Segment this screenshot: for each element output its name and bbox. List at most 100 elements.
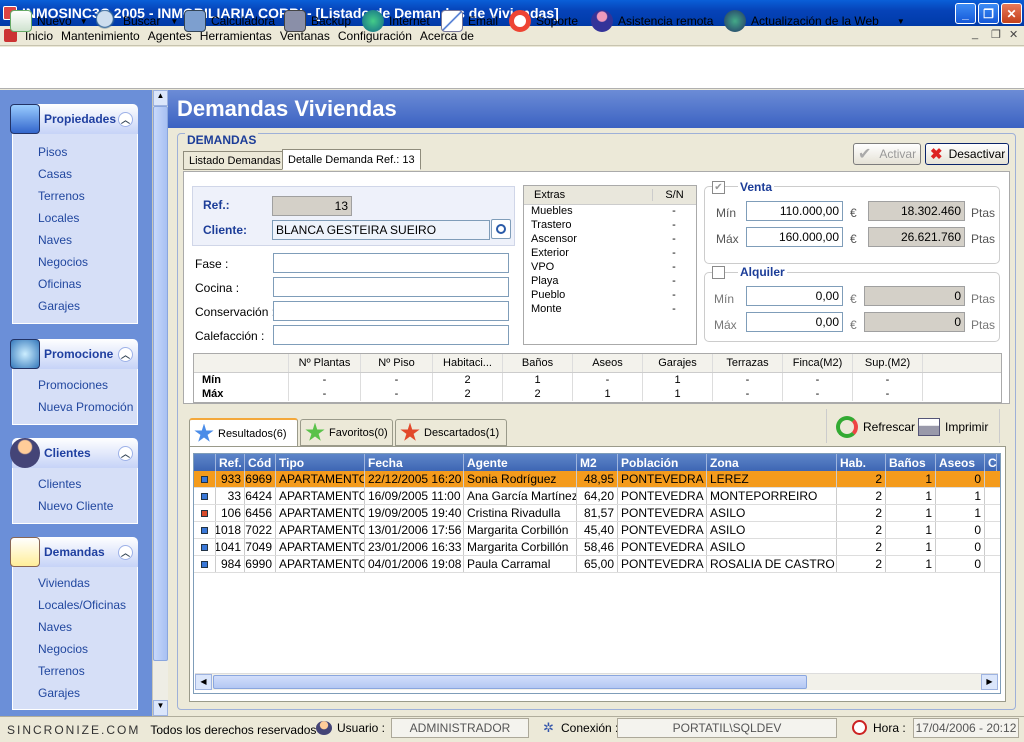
- sidebar-item-viviendas[interactable]: Viviendas: [13, 572, 137, 594]
- table-row[interactable]: 933 6969 APARTAMENTO 22/12/2005 16:20 Sonia …: [194, 471, 1000, 488]
- sidebar-item-negocios[interactable]: Negocios: [13, 638, 137, 660]
- chevron-down-icon[interactable]: ▼: [170, 17, 178, 26]
- calculadora-button[interactable]: Calculadora: [184, 8, 275, 34]
- venta-checkbox[interactable]: ✔: [712, 181, 725, 194]
- mdi-close-button[interactable]: ✕: [1009, 28, 1018, 41]
- sidebar-item-locales[interactable]: Locales: [13, 207, 137, 229]
- scroll-down-arrow[interactable]: ▼: [153, 700, 168, 716]
- chevron-down-icon[interactable]: ▼: [80, 17, 88, 26]
- table-row[interactable]: 1041 7049 APARTAMENTO 23/01/2006 16:33 Marga…: [194, 539, 1000, 556]
- buscar-button[interactable]: Buscar ▼: [96, 8, 178, 34]
- scroll-up-arrow[interactable]: ▲: [153, 90, 168, 106]
- imprimir-button[interactable]: Imprimir: [918, 414, 988, 440]
- sidebar-scrollbar[interactable]: ▲ ▼: [152, 90, 168, 716]
- group-promociones-header[interactable]: Promocione ︿: [10, 339, 138, 369]
- asistencia-button[interactable]: Asistencia remota: [591, 8, 713, 34]
- table-row[interactable]: 33 6424 APARTAMENTO 16/09/2005 11:00 Ana Gar…: [194, 488, 1000, 505]
- scroll-thumb[interactable]: [153, 106, 168, 661]
- refrescar-button[interactable]: Refrescar: [836, 414, 915, 440]
- alquiler-min-field[interactable]: 0,00: [746, 286, 843, 306]
- close-button[interactable]: ✕: [1001, 3, 1022, 24]
- internet-button[interactable]: Internet: [362, 8, 430, 34]
- sidebar-item-terrenos[interactable]: Terrenos: [13, 185, 137, 207]
- sidebar-item-casas[interactable]: Casas: [13, 163, 137, 185]
- sidebar-item-terrenos[interactable]: Terrenos: [13, 660, 137, 682]
- backup-button[interactable]: Backup: [284, 8, 351, 34]
- table-row[interactable]: 1018 7022 APARTAMENTO 13/01/2006 17:56 Marga…: [194, 522, 1000, 539]
- results-header-cell[interactable]: Zona: [707, 454, 837, 471]
- desactivar-button[interactable]: ✖ Desactivar: [925, 143, 1009, 165]
- sidebar-item-locales-oficinas[interactable]: Locales/Oficinas: [13, 594, 137, 616]
- extras-value[interactable]: -: [652, 233, 696, 247]
- search-client-button[interactable]: [491, 219, 511, 239]
- fase-field[interactable]: [273, 253, 509, 273]
- mdi-restore-button[interactable]: ❐: [991, 28, 1001, 41]
- sidebar-item-garajes[interactable]: Garajes: [13, 682, 137, 704]
- sidebar-item-naves[interactable]: Naves: [13, 616, 137, 638]
- table-row[interactable]: 106 6456 APARTAMENTO 19/09/2005 19:40 Cristi…: [194, 505, 1000, 522]
- activar-button[interactable]: ✔ Activar: [853, 143, 921, 165]
- results-header-cell[interactable]: Población: [618, 454, 707, 471]
- hscroll-thumb[interactable]: [213, 675, 807, 689]
- sidebar-item-naves[interactable]: Naves: [13, 229, 137, 251]
- results-header-cell[interactable]: [194, 454, 216, 471]
- soporte-button[interactable]: Soporte: [509, 8, 578, 34]
- sidebar-item-pisos[interactable]: Pisos: [13, 141, 137, 163]
- results-header-cell[interactable]: Baños: [886, 454, 936, 471]
- venta-min-field[interactable]: 110.000,00: [746, 201, 843, 221]
- collapse-icon[interactable]: ︿: [118, 347, 133, 362]
- extras-value[interactable]: -: [652, 219, 696, 233]
- results-header-cell[interactable]: Agente: [464, 454, 577, 471]
- tab-favoritos[interactable]: Favoritos(0): [300, 419, 393, 446]
- tab-descartados[interactable]: Descartados(1): [395, 419, 507, 446]
- extras-value[interactable]: -: [652, 289, 696, 303]
- scroll-left-arrow[interactable]: ◀: [195, 674, 212, 690]
- alquiler-max-field[interactable]: 0,00: [746, 312, 843, 332]
- results-header-cell[interactable]: Aseos: [936, 454, 985, 471]
- results-header-cell[interactable]: Hab.: [837, 454, 886, 471]
- actualizacion-button[interactable]: Actualización de la Web ▼: [724, 8, 905, 34]
- cocina-field[interactable]: [273, 277, 509, 297]
- extras-value[interactable]: -: [652, 303, 696, 317]
- group-clientes-header[interactable]: Clientes ︿: [10, 438, 138, 468]
- sidebar-item-negocios[interactable]: Negocios: [13, 251, 137, 273]
- minimize-button[interactable]: _: [955, 3, 976, 24]
- sidebar-item-nueva-promocion[interactable]: Nueva Promoción: [13, 396, 137, 418]
- maximize-button[interactable]: ❐: [978, 3, 999, 24]
- results-header-cell[interactable]: C: [985, 454, 997, 471]
- sidebar-item-garajes[interactable]: Garajes: [13, 295, 137, 317]
- extras-value[interactable]: -: [652, 275, 696, 289]
- results-header-cell[interactable]: M2: [577, 454, 618, 471]
- collapse-icon[interactable]: ︿: [118, 446, 133, 461]
- group-demandas-header[interactable]: Demandas ︿: [10, 537, 138, 567]
- venta-max-field[interactable]: 160.000,00: [746, 227, 843, 247]
- tab-detalle-demanda[interactable]: Detalle Demanda Ref.: 13: [282, 149, 421, 170]
- calefaccion-field[interactable]: [273, 325, 509, 345]
- results-header-cell[interactable]: Tipo: [276, 454, 365, 471]
- chevron-down-icon[interactable]: ▼: [897, 17, 905, 26]
- results-header-cell[interactable]: Cód: [245, 454, 276, 471]
- cliente-field[interactable]: BLANCA GESTEIRA SUEIRO: [272, 220, 490, 240]
- collapse-icon[interactable]: ︿: [118, 112, 133, 127]
- scroll-right-arrow[interactable]: ▶: [981, 674, 998, 690]
- tab-resultados[interactable]: Resultados(6): [189, 418, 298, 447]
- table-row[interactable]: 984 6990 APARTAMENTO 04/01/2006 19:08 Paula …: [194, 556, 1000, 573]
- nuevo-button[interactable]: Nuevo ▼: [10, 8, 88, 34]
- sidebar-item-clientes[interactable]: Clientes: [13, 473, 137, 495]
- tab-listado-demandas[interactable]: Listado Demandas: [183, 151, 287, 170]
- results-header-cell[interactable]: Fecha: [365, 454, 464, 471]
- extras-value[interactable]: -: [652, 205, 696, 219]
- results-header-cell[interactable]: Ref.: [216, 454, 245, 471]
- group-propiedades-header[interactable]: Propiedades ︿: [10, 104, 138, 134]
- results-hscrollbar[interactable]: ◀ ▶: [195, 673, 998, 690]
- sidebar-item-nuevo-cliente[interactable]: Nuevo Cliente: [13, 495, 137, 517]
- conservacion-field[interactable]: [273, 301, 509, 321]
- email-button[interactable]: Email: [441, 8, 498, 34]
- sidebar-item-promociones[interactable]: Promociones: [13, 374, 137, 396]
- collapse-icon[interactable]: ︿: [118, 545, 133, 560]
- mdi-minimize-button[interactable]: _: [972, 28, 978, 40]
- sidebar-item-oficinas[interactable]: Oficinas: [13, 273, 137, 295]
- extras-value[interactable]: -: [652, 261, 696, 275]
- alquiler-checkbox[interactable]: [712, 266, 725, 279]
- extras-value[interactable]: -: [652, 247, 696, 261]
